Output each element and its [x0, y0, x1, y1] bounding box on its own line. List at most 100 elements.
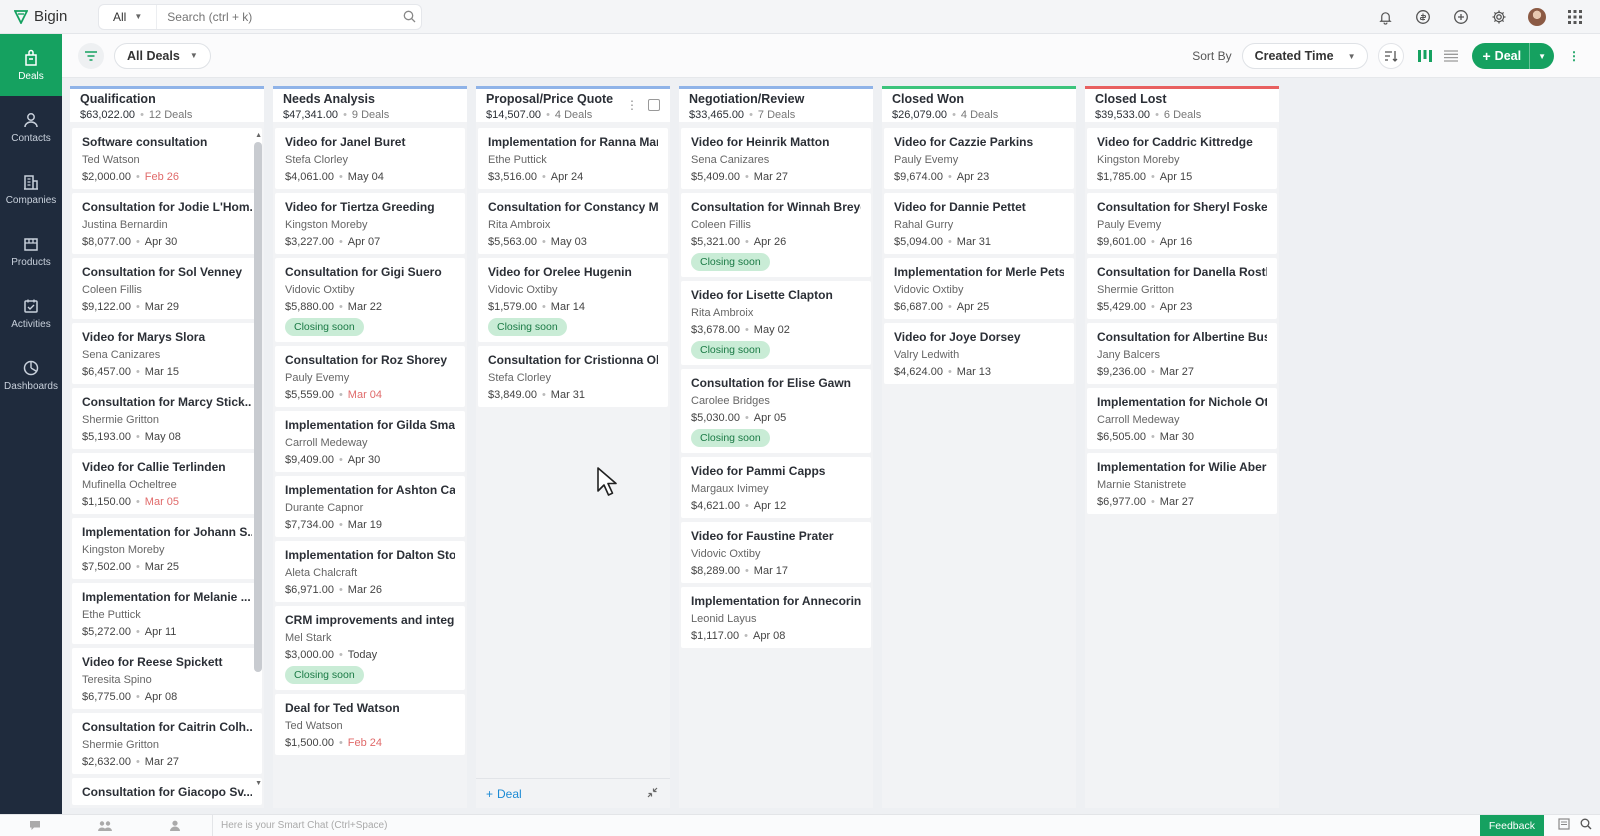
- deal-title[interactable]: Video for Lisette Clapton: [691, 288, 861, 302]
- deal-card[interactable]: Video for Dannie Pettet Rahal Gurry $5,094…: [884, 193, 1074, 254]
- deal-contact[interactable]: Vidovic Oxtiby: [488, 284, 658, 296]
- more-options-icon[interactable]: ⋮: [1564, 43, 1584, 69]
- deal-contact[interactable]: Mel Stark: [285, 632, 455, 644]
- deal-card[interactable]: Implementation for Gilda Smale Carroll Me…: [275, 411, 465, 472]
- deal-title[interactable]: Consultation for Jodie L'Hom...: [82, 200, 252, 214]
- deal-contact[interactable]: Pauly Evemy: [1097, 219, 1267, 231]
- deal-contact[interactable]: Vidovic Oxtiby: [894, 284, 1064, 296]
- deal-contact[interactable]: Durante Capnor: [285, 502, 455, 514]
- deal-contact[interactable]: Stefa Clorley: [285, 154, 455, 166]
- deal-contact[interactable]: Justina Bernardin: [82, 219, 252, 231]
- deal-title[interactable]: Video for Orelee Hugenin: [488, 265, 658, 279]
- deal-title[interactable]: Video for Joye Dorsey: [894, 330, 1064, 344]
- scroll-up-icon[interactable]: ▲: [255, 132, 262, 139]
- deal-title[interactable]: Video for Heinrik Matton: [691, 135, 861, 149]
- deal-title[interactable]: Implementation for Merle Petsc...: [894, 265, 1064, 279]
- deal-card[interactable]: Video for Cazzie Parkins Pauly Evemy $9,67…: [884, 128, 1074, 189]
- deal-contact[interactable]: Kingston Moreby: [82, 544, 252, 556]
- deal-title[interactable]: Consultation for Elise Gawn: [691, 376, 861, 390]
- deal-card[interactable]: Video for Reese Spickett Teresita Spino $6…: [72, 648, 262, 709]
- deal-contact[interactable]: Vidovic Oxtiby: [691, 548, 861, 560]
- deal-card[interactable]: Video for Tiertza Greeding Kingston Moreb…: [275, 193, 465, 254]
- deal-title[interactable]: Implementation for Wilie Aberc...: [1097, 460, 1267, 474]
- deal-card[interactable]: Consultation for Jodie L'Hom... Justina B…: [72, 193, 262, 254]
- deal-title[interactable]: Video for Marys Slora: [82, 330, 252, 344]
- deal-card[interactable]: Video for Callie Terlinden Mufinella Oche…: [72, 453, 262, 514]
- deal-contact[interactable]: Aleta Chalcraft: [285, 567, 455, 579]
- deal-title[interactable]: Implementation for Johann S...: [82, 525, 252, 539]
- kanban-view-button[interactable]: [1414, 43, 1436, 69]
- deal-title[interactable]: Video for Pammi Capps: [691, 464, 861, 478]
- deal-card[interactable]: Implementation for Ashton Cad... Durante …: [275, 476, 465, 537]
- deal-title[interactable]: Consultation for Giacopo Sv...: [82, 785, 252, 799]
- deal-title[interactable]: Consultation for Albertine Busch: [1097, 330, 1267, 344]
- deal-contact[interactable]: Ted Watson: [285, 720, 455, 732]
- deal-card[interactable]: Consultation for Gigi Suero Vidovic Oxtib…: [275, 258, 465, 342]
- deal-title[interactable]: Implementation for Ranna Marr...: [488, 135, 658, 149]
- deal-contact[interactable]: Carroll Medeway: [1097, 414, 1267, 426]
- deal-title[interactable]: Video for Reese Spickett: [82, 655, 252, 669]
- deal-contact[interactable]: Stefa Clorley: [488, 372, 658, 384]
- deal-contact[interactable]: Shermie Gritton: [82, 739, 252, 751]
- deal-card[interactable]: Video for Janel Buret Stefa Clorley $4,061…: [275, 128, 465, 189]
- deal-contact[interactable]: Coleen Fillis: [691, 219, 861, 231]
- deal-contact[interactable]: Ted Watson: [82, 154, 252, 166]
- deal-title[interactable]: Implementation for Nichole Ott...: [1097, 395, 1267, 409]
- deal-card[interactable]: Implementation for Dalton Ston... Aleta C…: [275, 541, 465, 602]
- deal-contact[interactable]: Rahal Gurry: [894, 219, 1064, 231]
- search-icon[interactable]: [397, 10, 421, 23]
- deal-title[interactable]: Video for Caddric Kittredge: [1097, 135, 1267, 149]
- deal-card[interactable]: CRM improvements and integra... Mel Stark…: [275, 606, 465, 690]
- deal-card[interactable]: Consultation for Cristionna Old... Stefa …: [478, 346, 668, 407]
- deal-title[interactable]: CRM improvements and integra...: [285, 613, 455, 627]
- upgrade-icon[interactable]: [1414, 8, 1432, 26]
- deal-title[interactable]: Consultation for Roz Shorey: [285, 353, 455, 367]
- deal-contact[interactable]: Rita Ambroix: [691, 307, 861, 319]
- deal-contact[interactable]: Shermie Gritton: [82, 414, 252, 426]
- deal-card[interactable]: Video for Orelee Hugenin Vidovic Oxtiby $1…: [478, 258, 668, 342]
- deal-contact[interactable]: Ethe Puttick: [82, 609, 252, 621]
- deal-title[interactable]: Video for Cazzie Parkins: [894, 135, 1064, 149]
- deal-contact[interactable]: Pauly Evemy: [894, 154, 1064, 166]
- add-deal-to-stage-button[interactable]: + Deal: [486, 787, 522, 801]
- app-logo[interactable]: Bigin: [0, 8, 98, 25]
- deal-title[interactable]: Consultation for Marcy Stick...: [82, 395, 252, 409]
- deal-card[interactable]: Video for Marys Slora Sena Canizares $6,45…: [72, 323, 262, 384]
- deal-card[interactable]: Video for Pammi Capps Margaux Ivimey $4,62…: [681, 457, 871, 518]
- sidebar-item-products[interactable]: Products: [0, 220, 62, 282]
- deal-card[interactable]: Implementation for Merle Petsc... Vidovic…: [884, 258, 1074, 319]
- deal-title[interactable]: Video for Janel Buret: [285, 135, 455, 149]
- deal-card[interactable]: Consultation for Giacopo Sv...: [72, 778, 262, 805]
- deal-contact[interactable]: Margaux Ivimey: [691, 483, 861, 495]
- deal-title[interactable]: Deal for Ted Watson: [285, 701, 455, 715]
- deal-title[interactable]: Implementation for Dalton Ston...: [285, 548, 455, 562]
- deal-contact[interactable]: Kingston Moreby: [1097, 154, 1267, 166]
- deal-title[interactable]: Video for Tiertza Greeding: [285, 200, 455, 214]
- deal-card[interactable]: Consultation for Caitrin Colh... Shermie …: [72, 713, 262, 774]
- deal-card[interactable]: Consultation for Constancy Mc... Rita Amb…: [478, 193, 668, 254]
- sort-order-button[interactable]: [1378, 43, 1405, 69]
- stage-more-icon[interactable]: ⋮: [626, 99, 638, 111]
- deal-card[interactable]: Consultation for Sheryl Foskew Pauly Evem…: [1087, 193, 1277, 254]
- deal-title[interactable]: Consultation for Winnah Breydin: [691, 200, 861, 214]
- deal-contact[interactable]: Sena Canizares: [82, 349, 252, 361]
- deal-card[interactable]: Video for Caddric Kittredge Kingston More…: [1087, 128, 1277, 189]
- deal-title[interactable]: Software consultation: [82, 135, 252, 149]
- channels-icon[interactable]: [70, 820, 140, 831]
- sidebar-item-companies[interactable]: Companies: [0, 158, 62, 220]
- add-deal-button[interactable]: + Deal ▼: [1472, 43, 1554, 69]
- deal-card[interactable]: Implementation for Annecorinn... Leonid L…: [681, 587, 871, 648]
- deal-contact[interactable]: Teresita Spino: [82, 674, 252, 686]
- contacts-chat-icon[interactable]: [140, 820, 210, 831]
- deal-contact[interactable]: Kingston Moreby: [285, 219, 455, 231]
- deal-card[interactable]: Implementation for Wilie Aberc... Marnie …: [1087, 453, 1277, 514]
- filter-button[interactable]: [78, 42, 104, 69]
- stage-select-checkbox[interactable]: [648, 99, 660, 111]
- deal-contact[interactable]: Shermie Gritton: [1097, 284, 1267, 296]
- smart-chat-input[interactable]: Here is your Smart Chat (Ctrl+Space): [212, 814, 1492, 836]
- deal-contact[interactable]: Leonid Layus: [691, 613, 861, 625]
- deal-card[interactable]: Implementation for Nichole Ott... Carroll…: [1087, 388, 1277, 449]
- deal-card[interactable]: Implementation for Johann S... Kingston M…: [72, 518, 262, 579]
- deal-contact[interactable]: Valry Ledwith: [894, 349, 1064, 361]
- sidebar-item-dashboards[interactable]: Dashboards: [0, 344, 62, 406]
